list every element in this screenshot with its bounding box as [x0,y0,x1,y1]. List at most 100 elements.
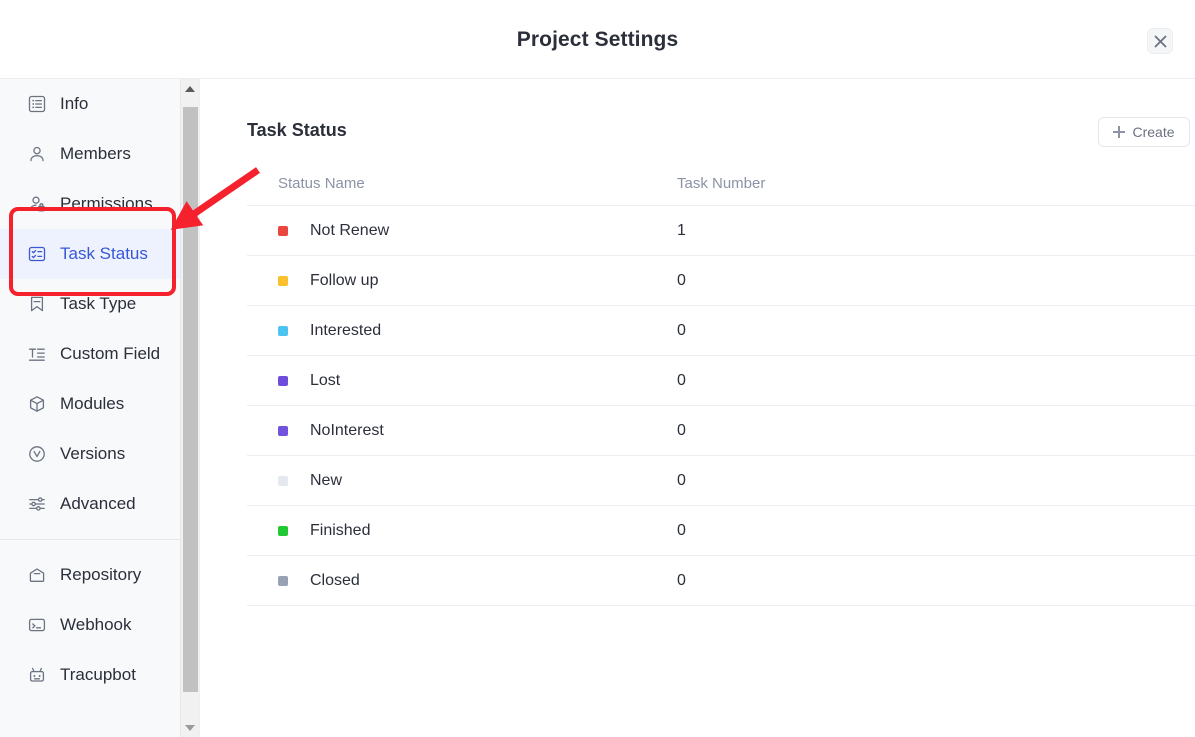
cell-task-number: 0 [677,322,977,340]
cell-status-name: Not Renew [247,222,677,240]
create-button-label: Create [1132,124,1175,140]
scrollbar-thumb[interactable] [183,107,198,692]
sidebar-item-modules[interactable]: Modules [0,379,199,429]
task-status-table: Status Name Task Number Not Renew 1 Follow… [247,162,1195,606]
list-box-icon [26,93,48,115]
cell-task-number: 0 [677,472,977,490]
table-row[interactable]: Follow up 0 [247,256,1195,306]
table-row[interactable]: Lost 0 [247,356,1195,406]
close-button[interactable] [1147,28,1173,54]
user-lock-icon [26,193,48,215]
table-row[interactable]: Not Renew 1 [247,206,1195,256]
sidebar-item-advanced[interactable]: Advanced [0,479,199,529]
sidebar-item-permissions[interactable]: Permissions [0,179,199,229]
sliders-icon [26,493,48,515]
cell-task-number: 0 [677,572,977,590]
cell-task-number: 0 [677,422,977,440]
sidebar-item-label: Task Status [60,244,148,263]
status-color-dot [278,425,288,436]
cell-status-name: Follow up [247,272,677,290]
sidebar-scrollbar[interactable] [180,79,199,737]
table-row[interactable]: Closed 0 [247,556,1195,606]
sidebar-item-label: Webhook [60,615,132,634]
status-color-dot [278,225,288,236]
sidebar-item-label: Modules [60,394,125,413]
sidebar-item-custom-field[interactable]: Custom Field [0,329,199,379]
scroll-up-button[interactable] [181,79,199,98]
status-color-dot [278,475,288,486]
status-color-dot [278,275,288,286]
sidebar-item-label: Members [60,144,131,163]
task-number-value: 1 [677,221,686,239]
cell-task-number: 0 [677,372,977,390]
status-name-label: Finished [310,521,371,539]
sidebar-item-info[interactable]: Info [0,79,199,129]
table-row[interactable]: Interested 0 [247,306,1195,356]
sidebar-item-versions[interactable]: Versions [0,429,199,479]
settings-content: Task Status Create Status Name Task Numb… [200,79,1195,737]
status-name-label: Follow up [310,271,379,289]
sidebar-item-members[interactable]: Members [0,129,199,179]
column-header-status-name: Status Name [278,175,365,192]
bookmark-icon [26,293,48,315]
cell-status-name: NoInterest [247,422,677,440]
status-color-dot [278,575,288,586]
task-number-value: 0 [677,471,686,489]
text-field-icon [26,343,48,365]
table-row[interactable]: New 0 [247,456,1195,506]
version-circle-icon [26,443,48,465]
status-color-dot [278,375,288,386]
terminal-window-icon [26,614,48,636]
sidebar-nav: Info Members Permissions Task Status Tas… [0,79,199,700]
cell-task-number: 0 [677,522,977,540]
sidebar-item-task-status[interactable]: Task Status [0,229,199,279]
task-number-value: 0 [677,371,686,389]
sidebar-item-repository[interactable]: Repository [0,550,199,600]
user-icon [26,143,48,165]
status-color-dot [278,525,288,536]
task-number-value: 0 [677,421,686,439]
table-body: Not Renew 1 Follow up 0 Interested 0 Lost 0 NoIn… [247,206,1195,606]
cell-task-number: 1 [677,222,977,240]
sidebar-item-label: Advanced [60,494,136,513]
project-settings-modal: Project Settings Info Members Permission… [0,0,1195,737]
status-name-label: Lost [310,371,341,389]
status-name-label: Interested [310,321,382,339]
status-name-label: Closed [310,571,360,589]
create-button[interactable]: Create [1098,117,1190,147]
sidebar-item-task-type[interactable]: Task Type [0,279,199,329]
cell-task-number: 0 [677,272,977,290]
cell-status-name: Closed [247,572,677,590]
robot-icon [26,664,48,686]
cell-status-name: New [247,472,677,490]
page-title: Project Settings [516,28,679,51]
close-icon [1154,35,1167,48]
content-header: Task Status Create [200,79,1195,149]
cube-icon [26,393,48,415]
task-number-value: 0 [677,571,686,589]
sidebar-item-label: Task Type [60,294,137,313]
sidebar-item-webhook[interactable]: Webhook [0,600,199,650]
table-row[interactable]: NoInterest 0 [247,406,1195,456]
status-name-label: New [310,471,343,489]
sidebar-item-tracupbot[interactable]: Tracupbot [0,650,199,700]
scroll-down-button[interactable] [181,718,199,737]
plus-icon [1113,126,1126,138]
cell-status-name: Finished [247,522,677,540]
status-name-label: NoInterest [310,421,384,439]
modal-header: Project Settings [0,0,1195,79]
repository-icon [26,564,48,586]
sidebar-item-label: Info [60,94,89,113]
cell-status-name: Interested [247,322,677,340]
table-row[interactable]: Finished 0 [247,506,1195,556]
section-title: Task Status [247,120,347,140]
sidebar-item-label: Versions [60,444,126,463]
table-header-row: Status Name Task Number [247,162,1195,206]
settings-sidebar: Info Members Permissions Task Status Tas… [0,79,200,737]
sidebar-item-label: Repository [60,565,142,584]
task-status-icon [26,243,48,265]
sidebar-item-label: Permissions [60,194,153,213]
chevron-down-icon [185,724,195,731]
chevron-up-icon [185,85,195,92]
status-name-label: Not Renew [310,221,390,239]
